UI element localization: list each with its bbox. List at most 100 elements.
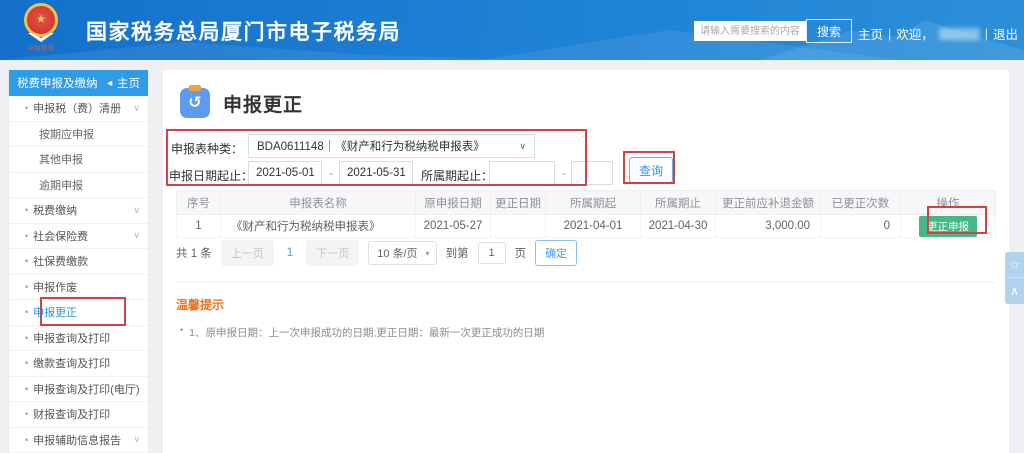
form-date-label: 申报日期起止： [169, 167, 253, 184]
table-header-cell: 操作 [901, 191, 996, 215]
cell-amount: 3,000.00 [716, 215, 821, 238]
pagination: 共 1 条 上一页 1 下一页 10 条/页 ▾ 到第 页 确定 [176, 240, 577, 266]
current-page[interactable]: 1 [283, 247, 297, 259]
search-button[interactable]: 搜索 [806, 19, 852, 43]
sidebar-item-declaration-correction[interactable]: • 申报更正 [9, 300, 148, 326]
tips-title: 温馨提示 [176, 296, 996, 313]
sidebar-item-declaration-void[interactable]: • 申报作废 [9, 275, 148, 301]
select-caret-icon: ▾ [426, 249, 430, 258]
range-dash: - [329, 166, 333, 180]
cell-period-end: 2021-04-30 [641, 215, 716, 238]
sidebar-header: 税费申报及缴纳 ◄ 主页 [9, 70, 148, 96]
header-links: 主页 | 欢迎， | 退出 [858, 24, 1018, 43]
sidebar-item-declaration-query-print[interactable]: • 申报查询及打印 [9, 326, 148, 352]
chevron-down-icon: ∨ [519, 141, 526, 152]
bullet-icon: • [25, 103, 28, 113]
bullet-icon: • [25, 358, 28, 368]
sidebar: 税费申报及缴纳 ◄ 主页 • 申报税（费）清册 ∨ 按期应申报 其他申报 逾期申… [8, 70, 149, 453]
bullet-icon: • [25, 282, 28, 292]
confirm-page-button[interactable]: 确定 [535, 240, 577, 266]
sidebar-title: 税费申报及缴纳 [17, 75, 98, 91]
form-period-label: 所属期起止： [421, 167, 493, 184]
sidebar-item-social-insurance-payment[interactable]: • 社保费缴款 [9, 249, 148, 275]
page-size-select[interactable]: 10 条/页 ▾ [368, 241, 436, 265]
chevron-down-icon: ∨ [133, 434, 140, 445]
table-header-cell: 原申报日期 [416, 191, 491, 215]
chevron-up-icon: ∧ [1010, 284, 1019, 298]
welcome-label: 欢迎， [896, 24, 934, 43]
table-header-cell: 所属期起 [546, 191, 641, 215]
logout-link[interactable]: 退出 [993, 24, 1018, 43]
declaration-table: 序号 申报表名称 原申报日期 更正日期 所属期起 所属期止 更正前应补退金额 已… [176, 190, 996, 238]
table-header-cell: 已更正次数 [821, 191, 901, 215]
sidebar-item-declaration-auxiliary-info[interactable]: • 申报辅助信息报告 ∨ [9, 428, 148, 453]
page-title-row: ↺ 申报更正 [180, 88, 303, 118]
sidebar-item-payment-query-print[interactable]: • 缴款查询及打印 [9, 351, 148, 377]
bullet-icon: • [180, 325, 183, 340]
user-name-blurred [939, 28, 980, 40]
bullet-icon: • [25, 409, 28, 419]
link-divider: | [985, 27, 988, 41]
form-type-label: 申报表种类： [171, 140, 243, 157]
sidebar-item-tax-payment[interactable]: • 税费缴纳 ∨ [9, 198, 148, 224]
search-input[interactable] [694, 21, 806, 41]
chevron-down-icon: ∨ [133, 230, 140, 241]
refresh-arrow-icon: ↺ [188, 93, 201, 113]
back-arrow-icon: ◄ [105, 78, 114, 88]
bullet-icon: • [25, 256, 28, 266]
national-emblem-icon [24, 3, 58, 37]
sidebar-item-overdue-declaration[interactable]: 逾期申报 [9, 173, 148, 199]
goto-page-input[interactable] [478, 242, 506, 264]
period-from-input[interactable] [489, 161, 555, 185]
portal-title: 国家税务总局厦门市电子税务局 [86, 16, 401, 46]
sidebar-item-tax-fee-list[interactable]: • 申报税（费）清册 ∨ [9, 96, 148, 122]
page-label: 页 [515, 245, 527, 261]
sidebar-home-link[interactable]: ◄ 主页 [105, 75, 140, 91]
sidebar-item-social-insurance[interactable]: • 社会保险费 ∨ [9, 224, 148, 250]
bullet-icon: • [25, 333, 28, 343]
bullet-icon: • [25, 231, 28, 241]
tips-item: • 1、原申报日期：上一次申报成功的日期;更正日期：最新一次更正成功的日期 [176, 325, 996, 340]
prev-page-button[interactable]: 上一页 [221, 240, 274, 266]
tax-bureau-logo: 中国税务 [12, 3, 70, 57]
table-header-cell: 更正前应补退金额 [716, 191, 821, 215]
cell-form-name: 《财产和行为税纳税申报表》 [221, 215, 416, 238]
page-title: 申报更正 [223, 90, 303, 117]
cell-action: 更正申报 [901, 215, 996, 238]
cell-times: 0 [821, 215, 901, 238]
query-button[interactable]: 查询 [629, 157, 673, 183]
sidebar-item-periodic-declaration[interactable]: 按期应申报 [9, 122, 148, 148]
main-panel: ↺ 申报更正 申报表种类： BDA0611148｜《财产和行为税纳税申报表》 ∨… [163, 70, 1009, 453]
bullet-icon: • [25, 435, 28, 445]
bullet-icon: • [25, 384, 28, 394]
bullet-icon: • [25, 307, 28, 317]
back-to-top-button[interactable]: ∧ [1005, 278, 1024, 304]
home-link[interactable]: 主页 [858, 24, 883, 43]
next-page-button[interactable]: 下一页 [306, 240, 359, 266]
sidebar-item-declaration-query-print-etax[interactable]: • 申报查询及打印(电厅) [9, 377, 148, 403]
date-to-input[interactable] [339, 161, 413, 185]
table-row: 1 《财产和行为税纳税申报表》 2021-05-27 2021-04-01 20… [177, 215, 996, 238]
table-header-cell: 所属期止 [641, 191, 716, 215]
chevron-down-icon: ∨ [133, 205, 140, 216]
range-dash: - [562, 166, 566, 180]
cell-seq: 1 [177, 215, 221, 238]
cell-period-start: 2021-04-01 [546, 215, 641, 238]
form-type-select[interactable]: BDA0611148｜《财产和行为税纳税申报表》 ∨ [248, 134, 535, 158]
table-header-row: 序号 申报表名称 原申报日期 更正日期 所属期起 所属期止 更正前应补退金额 已… [177, 191, 996, 215]
table-header-cell: 更正日期 [491, 191, 546, 215]
top-header: 中国税务 国家税务总局厦门市电子税务局 搜索 主页 | 欢迎， | 退出 [0, 0, 1024, 60]
pagination-total: 共 1 条 [176, 245, 212, 261]
star-icon: ☆ [1009, 258, 1020, 272]
sidebar-item-other-declaration[interactable]: 其他申报 [9, 147, 148, 173]
favorite-button[interactable]: ☆ [1005, 252, 1024, 278]
period-to-input[interactable] [571, 161, 613, 185]
correction-clipboard-icon: ↺ [180, 88, 210, 118]
link-divider: | [888, 27, 891, 41]
date-from-input[interactable] [248, 161, 322, 185]
table-header-cell: 申报表名称 [221, 191, 416, 215]
correct-declaration-button[interactable]: 更正申报 [919, 216, 977, 237]
sidebar-item-financial-report-query-print[interactable]: • 财报查询及打印 [9, 402, 148, 428]
logo-caption: 中国税务 [12, 43, 70, 52]
chevron-down-icon: ∨ [133, 103, 140, 114]
